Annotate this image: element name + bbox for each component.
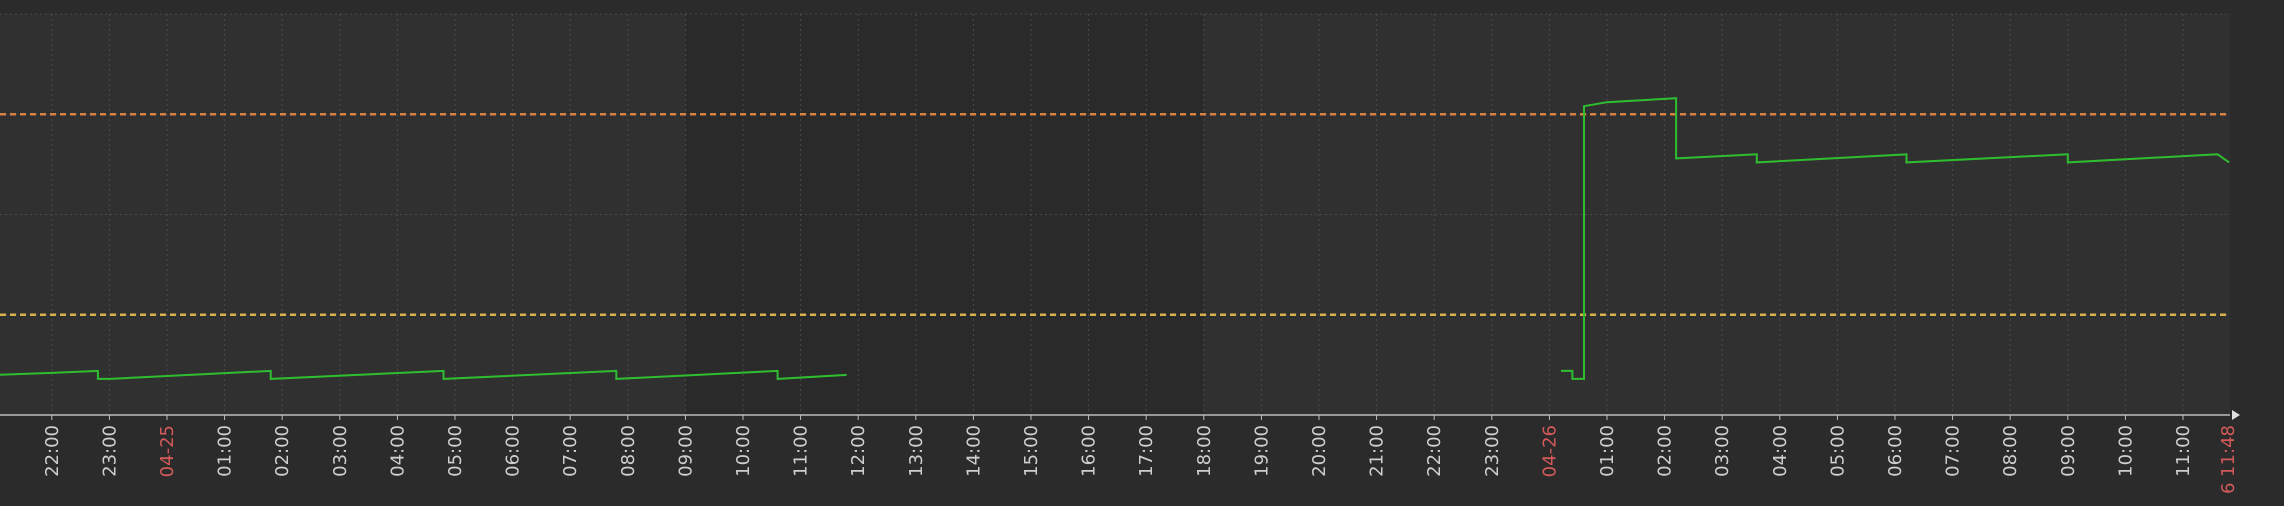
chart-panel: 22:00 23:00 04-25 01:00 02:00 03:00 04:00 05:00… <box>0 0 2284 506</box>
x-tick-label: 04:00 <box>387 425 408 477</box>
x-tick-label: 15:00 <box>1021 425 1042 477</box>
x-tick-label: 21:00 <box>1367 425 1388 477</box>
x-tick-label: 17:00 <box>1136 425 1157 477</box>
x-tick-label: 19:00 <box>1251 425 1272 477</box>
x-tick-label: 05:00 <box>1827 425 1848 477</box>
x-tick-label: 09:00 <box>675 425 696 477</box>
x-tick-label: 02:00 <box>1655 425 1676 477</box>
x-end-label: 6 11:48 <box>2218 425 2239 494</box>
x-tick-label: 23:00 <box>99 425 120 477</box>
x-tick-label: 18:00 <box>1194 425 1215 477</box>
x-tick-label: 16:00 <box>1079 425 1100 477</box>
x-tick-label: 06:00 <box>1885 425 1906 477</box>
x-tick-label: 02:00 <box>272 425 293 477</box>
x-tick-label: 07:00 <box>560 425 581 477</box>
x-tick-label: 01:00 <box>1597 425 1618 477</box>
x-tick-label: 14:00 <box>963 425 984 477</box>
time-series-chart: 22:00 23:00 04-25 01:00 02:00 03:00 04:00 05:00… <box>0 0 2284 506</box>
x-tick-label: 23:00 <box>1482 425 1503 477</box>
x-tick-label: 01:00 <box>215 425 236 477</box>
x-tick-label: 03:00 <box>1712 425 1733 477</box>
x-tick-label: 11:00 <box>791 425 812 477</box>
x-tick-label: 03:00 <box>330 425 351 477</box>
x-tick-label: 11:00 <box>2173 425 2194 477</box>
x-tick-label: 08:00 <box>2000 425 2021 477</box>
x-tick-label: 09:00 <box>2058 425 2079 477</box>
x-tick-label: 04-25 <box>157 425 178 477</box>
x-tick-label: 06:00 <box>503 425 524 477</box>
x-tick-label: 10:00 <box>2115 425 2136 477</box>
x-tick-label: 13:00 <box>906 425 927 477</box>
x-tick-label: 22:00 <box>1424 425 1445 477</box>
x-tick-label: 07:00 <box>1943 425 1964 477</box>
x-tick-label: 20:00 <box>1309 425 1330 477</box>
x-tick-label: 10:00 <box>733 425 754 477</box>
x-tick-label: 22:00 <box>42 425 63 477</box>
x-tick-label: 04:00 <box>1770 425 1791 477</box>
x-tick-label: 04-26 <box>1539 425 1560 477</box>
x-tick-label: 05:00 <box>445 425 466 477</box>
x-tick-label: 08:00 <box>618 425 639 477</box>
x-tick-label: 12:00 <box>848 425 869 477</box>
